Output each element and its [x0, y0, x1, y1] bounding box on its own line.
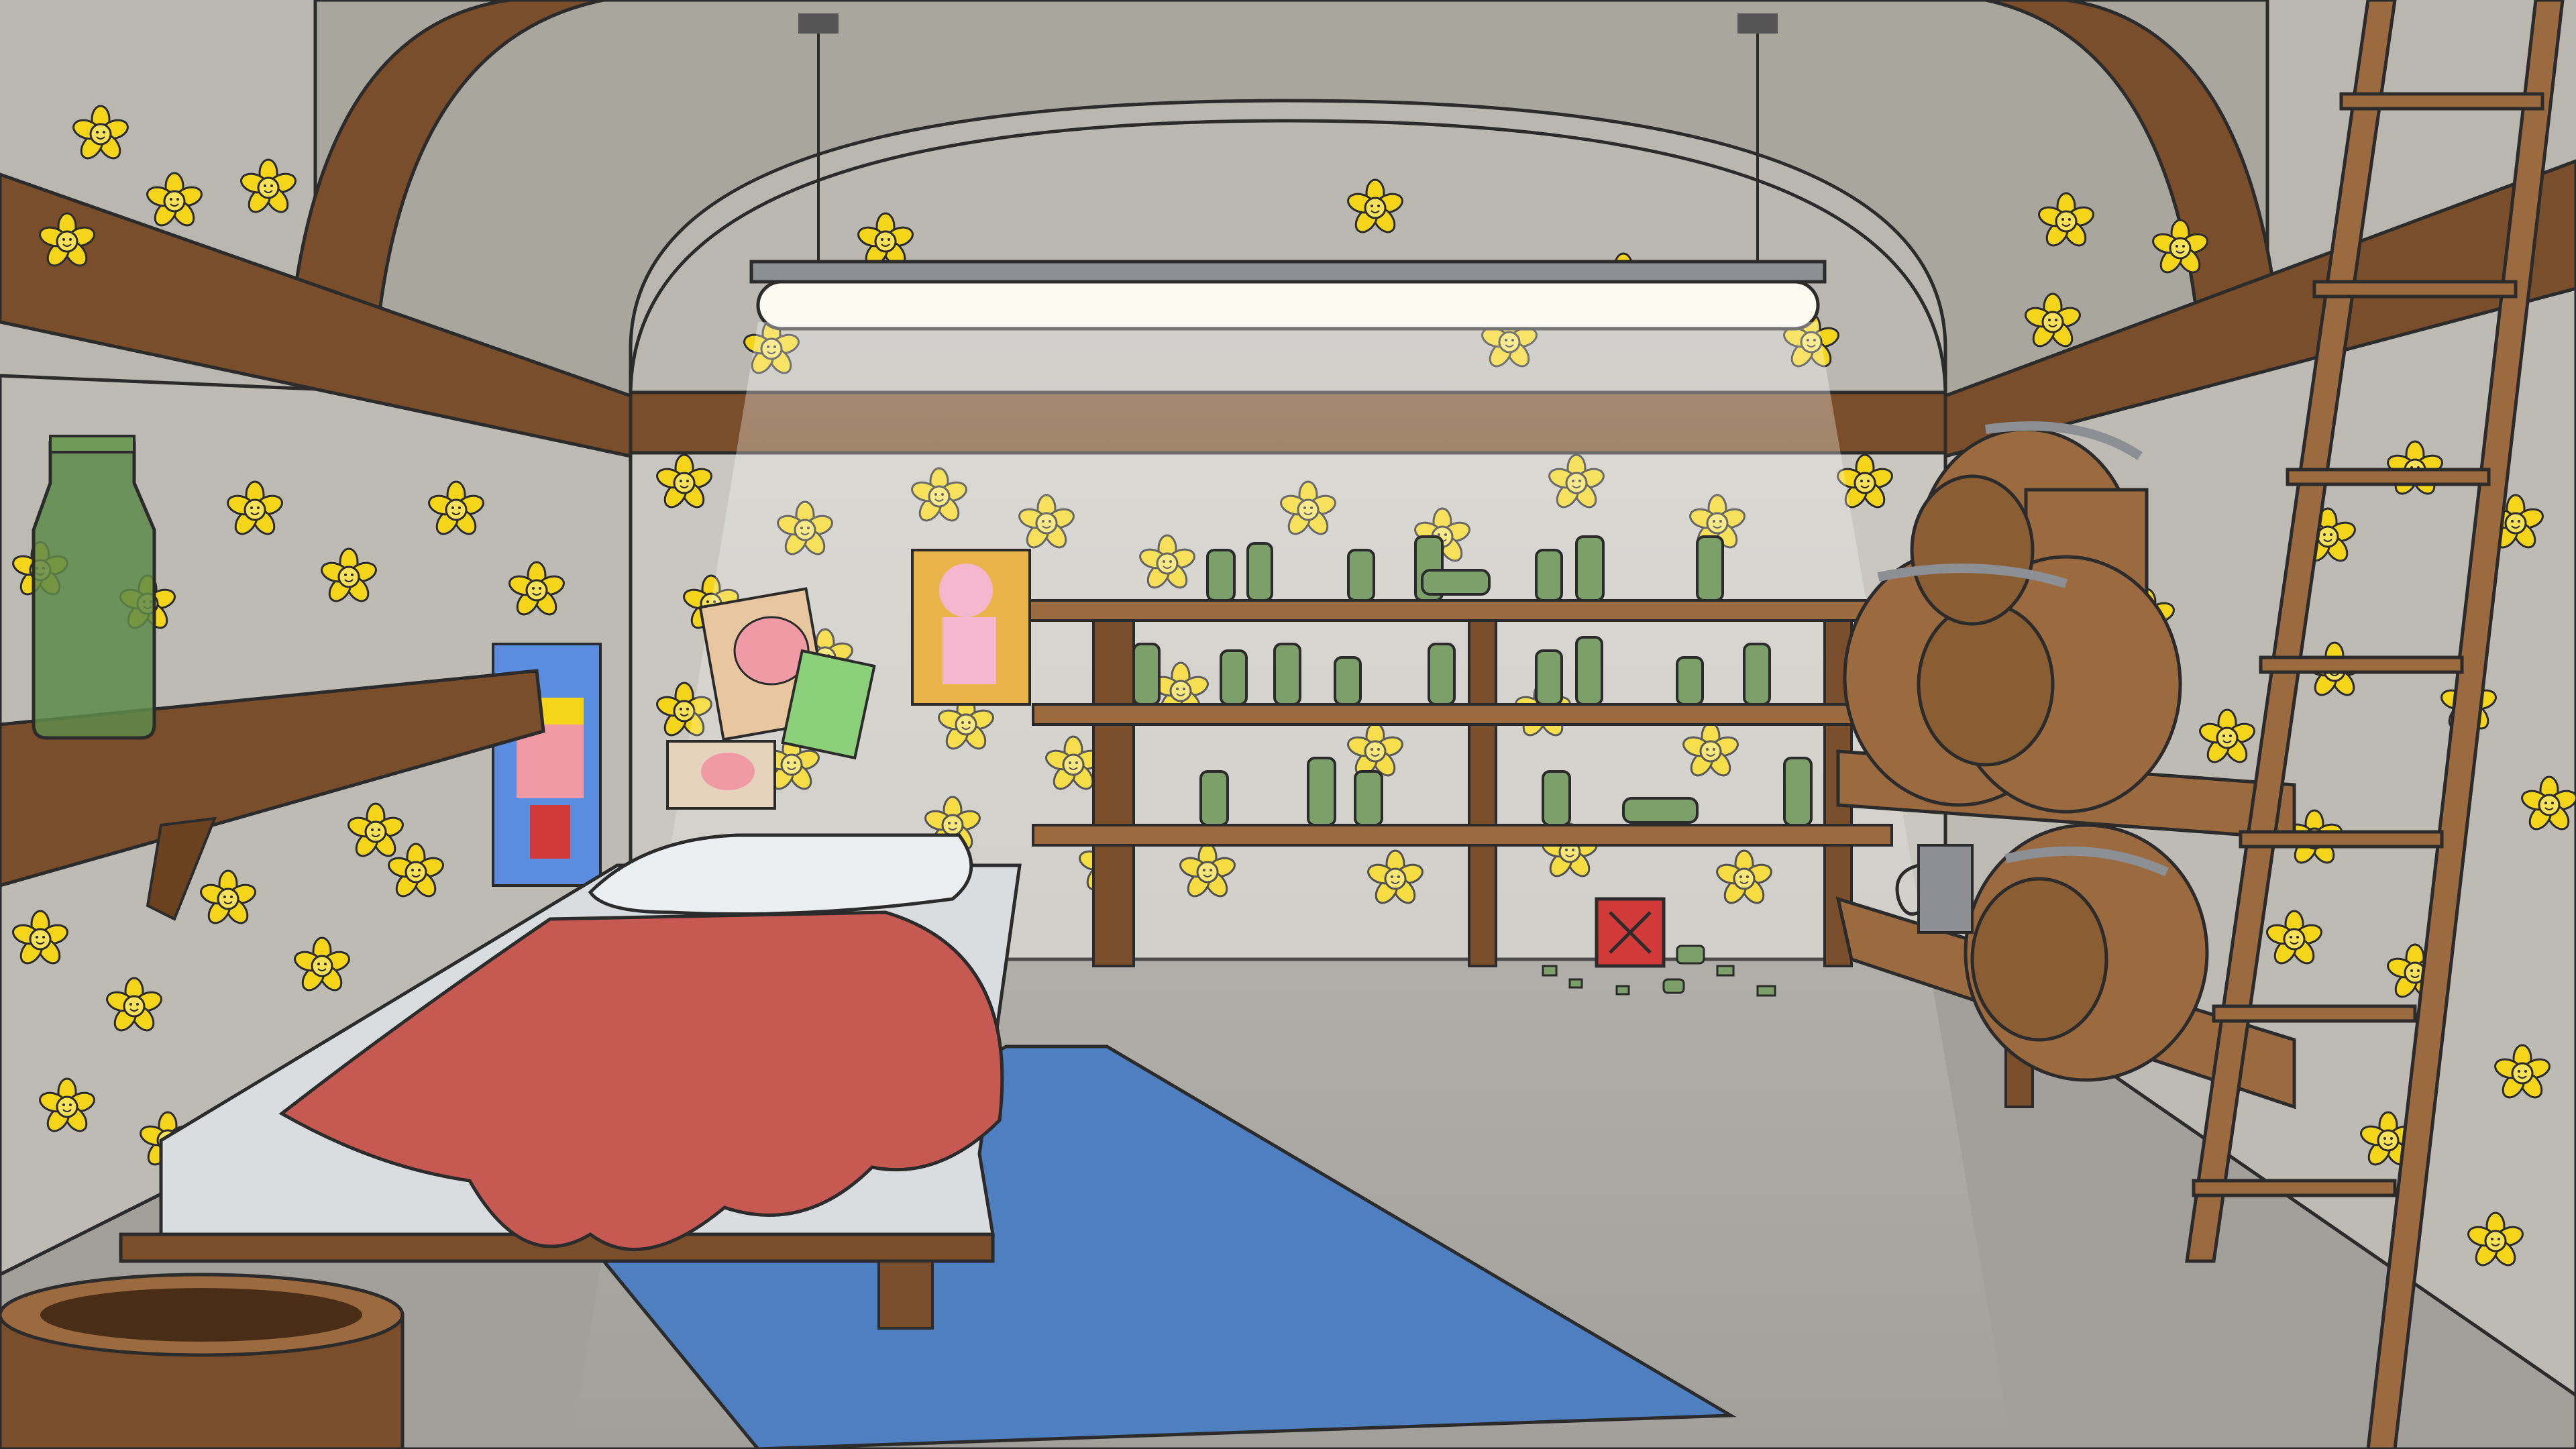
- scene-caption: cellar-bedroom: [2510, 16, 2560, 23]
- game-scene: [0, 0, 2576, 1449]
- gas-can[interactable]: [1595, 897, 1666, 968]
- open-barrel[interactable]: [0, 1273, 405, 1449]
